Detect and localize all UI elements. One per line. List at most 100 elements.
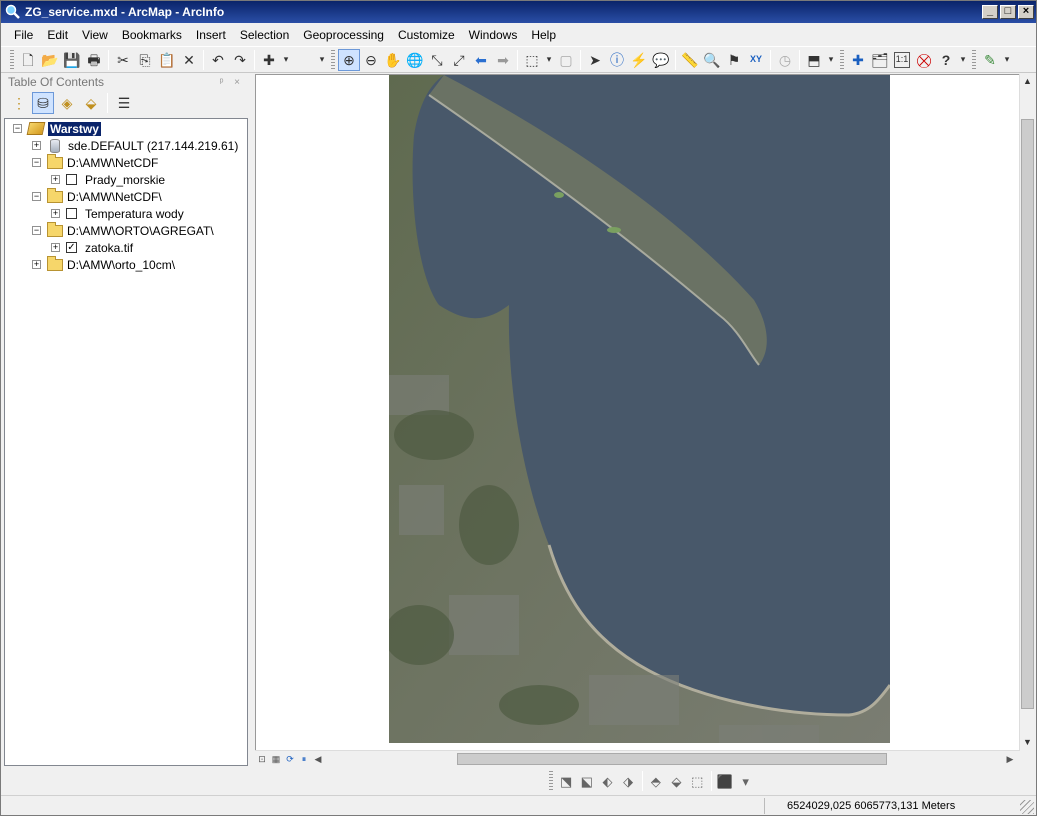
new-document-icon[interactable]: 🗋: [17, 49, 39, 71]
pan-icon[interactable]: ✋: [382, 49, 404, 71]
tree-item-folder-orto-10cm[interactable]: + D:\AMW\orto_10cm\: [32, 255, 175, 273]
select-features-icon[interactable]: ⬚: [521, 49, 543, 71]
toolbar-options-dropdown-icon[interactable]: ▾: [825, 49, 837, 71]
horizontal-scroll-thumb[interactable]: [457, 753, 887, 765]
menu-geoprocessing[interactable]: Geoprocessing: [296, 25, 391, 45]
tree-item-folder-netcdf-2[interactable]: − D:\AMW\NetCDF\: [32, 187, 162, 205]
menu-selection[interactable]: Selection: [233, 25, 296, 45]
layout-view-icon[interactable]: ⊡: [255, 752, 269, 766]
measure-icon[interactable]: 📏: [679, 49, 701, 71]
expand-icon[interactable]: +: [51, 209, 60, 218]
minimize-button[interactable]: _: [982, 5, 998, 19]
toolbar-options-dropdown-icon[interactable]: ▾: [1001, 49, 1013, 71]
catalog-icon[interactable]: 🗂: [869, 49, 891, 71]
create-viewer-icon[interactable]: ⬒: [803, 49, 825, 71]
tree-item-warstwy[interactable]: − Warstwy: [13, 120, 101, 137]
full-extent-globe-icon[interactable]: 🌐: [404, 49, 426, 71]
toolbar-grip[interactable]: [331, 49, 335, 70]
list-by-visibility-icon[interactable]: ◈: [56, 92, 78, 114]
tool-icon-3[interactable]: ⬖: [597, 770, 618, 792]
copy-icon[interactable]: ⎘: [134, 49, 156, 71]
find-route-icon[interactable]: ⚑: [723, 49, 745, 71]
fixed-zoom-in-icon[interactable]: ⤡: [426, 49, 448, 71]
toolbar-grip[interactable]: [840, 49, 844, 70]
fixed-zoom-out-icon[interactable]: ⤢: [448, 49, 470, 71]
help-icon[interactable]: ?: [935, 49, 957, 71]
scroll-right-icon[interactable]: ▶: [1003, 752, 1017, 766]
list-by-drawing-order-icon[interactable]: ⋮: [8, 92, 30, 114]
toolbar-options-dropdown-icon[interactable]: ▾: [316, 49, 328, 71]
list-by-selection-icon[interactable]: ⬙: [80, 92, 102, 114]
expand-icon[interactable]: +: [51, 243, 60, 252]
collapse-icon[interactable]: −: [32, 226, 41, 235]
print-icon[interactable]: 🖶: [83, 49, 105, 71]
forward-arrow-icon[interactable]: ➡: [492, 49, 514, 71]
menu-help[interactable]: Help: [524, 25, 563, 45]
menu-bookmarks[interactable]: Bookmarks: [115, 25, 189, 45]
back-arrow-icon[interactable]: ⬅: [470, 49, 492, 71]
tree-item-layer-temperatura-wody[interactable]: + Temperatura wody: [51, 205, 184, 222]
find-binoculars-icon[interactable]: 🔍: [701, 49, 723, 71]
add-layer-icon[interactable]: ✚: [847, 49, 869, 71]
map-vertical-scrollbar[interactable]: ▲ ▼: [1019, 74, 1035, 751]
pause-drawing-icon[interactable]: ⏸: [297, 752, 311, 766]
menu-insert[interactable]: Insert: [189, 25, 233, 45]
html-popup-icon[interactable]: 💬: [650, 49, 672, 71]
menu-file[interactable]: File: [7, 25, 40, 45]
layer-visibility-checkbox[interactable]: [66, 208, 77, 219]
collapse-icon[interactable]: −: [32, 192, 41, 201]
editor-icon[interactable]: ✎: [979, 49, 1001, 71]
scale-icon[interactable]: 1:1: [894, 51, 910, 68]
toc-close-icon[interactable]: ᵖ ×: [220, 77, 244, 88]
go-to-xy-icon[interactable]: XY: [745, 49, 767, 71]
data-view-icon[interactable]: ▦: [269, 752, 283, 766]
cut-icon[interactable]: ✂: [112, 49, 134, 71]
tool-icon-6[interactable]: ⬙: [666, 770, 687, 792]
tool-icon-1[interactable]: ⬔: [556, 770, 577, 792]
refresh-icon[interactable]: ⟳: [283, 752, 297, 766]
tool-icon-5[interactable]: ⬘: [646, 770, 667, 792]
add-data-icon[interactable]: ✚: [258, 49, 280, 71]
time-slider-icon[interactable]: ◷: [774, 49, 796, 71]
expand-icon[interactable]: +: [51, 175, 60, 184]
add-data-dropdown-icon[interactable]: ▾: [280, 49, 292, 71]
select-features-dropdown-icon[interactable]: ▾: [543, 49, 555, 71]
vertical-scroll-thumb[interactable]: [1021, 119, 1034, 709]
menu-windows[interactable]: Windows: [462, 25, 525, 45]
tree-item-sde-connection[interactable]: + sde.DEFAULT (217.144.219.61): [32, 137, 238, 154]
toc-options-icon[interactable]: ☰: [113, 92, 135, 114]
toolbar-options-dropdown-icon[interactable]: ▾: [957, 49, 969, 71]
menu-edit[interactable]: Edit: [40, 25, 75, 45]
select-elements-arrow-icon[interactable]: ➤: [584, 49, 606, 71]
tree-item-layer-zatoka[interactable]: + ✓ zatoka.tif: [51, 239, 133, 256]
tree-item-folder-orto-agregat[interactable]: − D:\AMW\ORTO\AGREGAT\: [32, 221, 214, 239]
scroll-left-icon[interactable]: ◀: [311, 752, 325, 766]
tool-icon-4[interactable]: ⬗: [618, 770, 639, 792]
layer-visibility-checkbox[interactable]: [66, 174, 77, 185]
tree-item-layer-prady-morskie[interactable]: + Prady_morskie: [51, 171, 165, 188]
close-button[interactable]: ×: [1018, 5, 1034, 19]
tool-icon-8[interactable]: ⬛: [715, 770, 736, 792]
menu-customize[interactable]: Customize: [391, 25, 462, 45]
list-by-source-icon[interactable]: ⛁: [32, 92, 54, 114]
expand-icon[interactable]: +: [32, 260, 41, 269]
tree-item-folder-netcdf[interactable]: − D:\AMW\NetCDF: [32, 153, 158, 171]
paste-icon[interactable]: 📋: [156, 49, 178, 71]
maximize-button[interactable]: □: [1000, 5, 1016, 19]
scroll-down-icon[interactable]: ▼: [1020, 735, 1035, 750]
save-icon[interactable]: 💾: [61, 49, 83, 71]
resize-grip-icon[interactable]: [1020, 800, 1034, 814]
zoom-in-icon[interactable]: ⊕: [338, 48, 360, 71]
zoom-out-icon[interactable]: ⊖: [360, 49, 382, 71]
clear-selection-icon[interactable]: ▢: [555, 49, 577, 71]
layer-visibility-checkbox-checked[interactable]: ✓: [66, 242, 77, 253]
horizontal-scroll-track[interactable]: [337, 752, 1017, 766]
toolbar-options-dropdown-icon[interactable]: ▾: [735, 770, 756, 792]
map-view[interactable]: [255, 74, 1020, 751]
collapse-icon[interactable]: −: [32, 158, 41, 167]
redo-icon[interactable]: ↷: [229, 49, 251, 71]
menu-view[interactable]: View: [75, 25, 115, 45]
toolbar-grip[interactable]: [549, 771, 553, 791]
stop-drawing-icon[interactable]: ⛒: [913, 49, 935, 71]
toolbar-grip[interactable]: [972, 49, 976, 70]
